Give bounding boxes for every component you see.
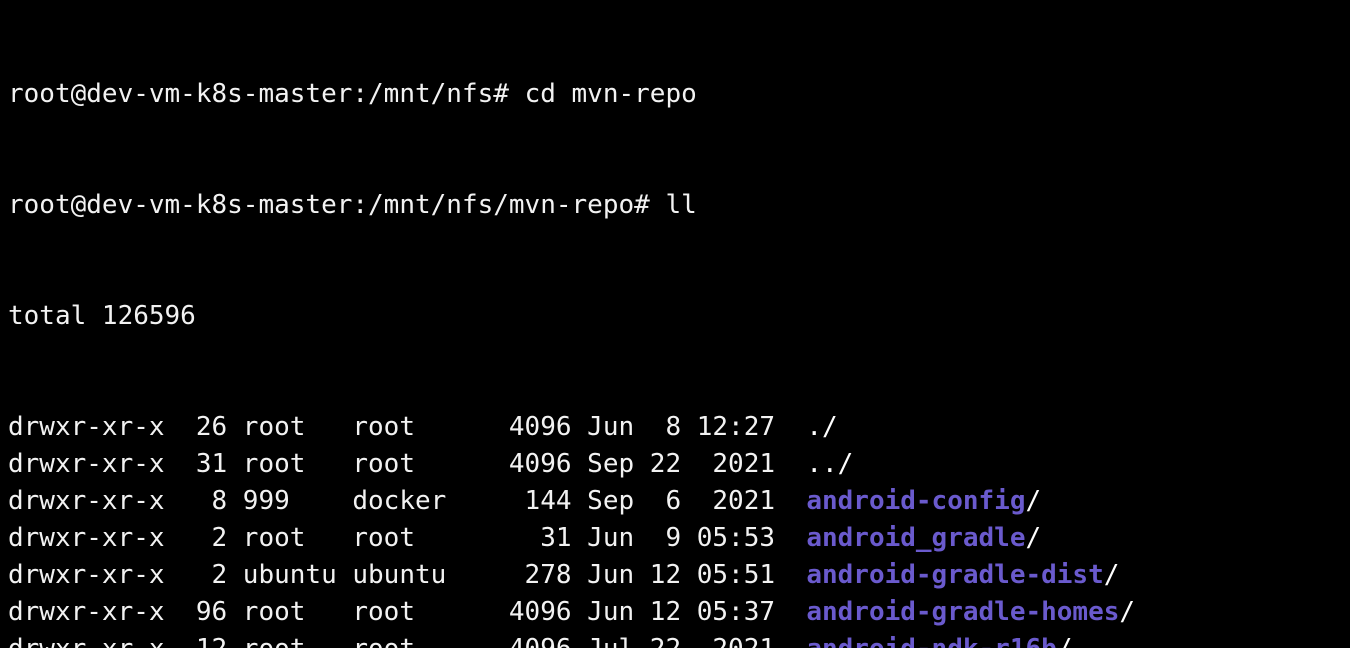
list-item-name: android-gradle-dist	[806, 560, 1103, 590]
dir-slash: /	[1057, 634, 1073, 648]
dir-slash: /	[1119, 597, 1135, 627]
list-item: drwxr-xr-x 2 ubuntu ubuntu 278 Jun 12 05…	[8, 557, 1342, 594]
list-item-meta: drwxr-xr-x 31 root root 4096 Sep 22 2021	[8, 449, 806, 479]
list-item: drwxr-xr-x 96 root root 4096 Jun 12 05:3…	[8, 594, 1342, 631]
command-text: cd mvn-repo	[525, 79, 697, 109]
list-item-meta: drwxr-xr-x 2 ubuntu ubuntu 278 Jun 12 05…	[8, 560, 806, 590]
dir-slash: /	[1025, 523, 1041, 553]
list-item-name: ../	[806, 449, 853, 479]
list-item-name: android-gradle-homes	[806, 597, 1119, 627]
list-item: drwxr-xr-x 12 root root 4096 Jul 22 2021…	[8, 631, 1342, 648]
dir-slash: /	[1104, 560, 1120, 590]
list-item: drwxr-xr-x 2 root root 31 Jun 9 05:53 an…	[8, 520, 1342, 557]
list-item-meta: drwxr-xr-x 8 999 docker 144 Sep 6 2021	[8, 486, 806, 516]
prompt-text: root@dev-vm-k8s-master:/mnt/nfs/mvn-repo…	[8, 190, 665, 220]
list-item-meta: drwxr-xr-x 96 root root 4096 Jun 12 05:3…	[8, 597, 806, 627]
list-item: drwxr-xr-x 26 root root 4096 Jun 8 12:27…	[8, 409, 1342, 446]
list-item: drwxr-xr-x 31 root root 4096 Sep 22 2021…	[8, 446, 1342, 483]
list-item-meta: drwxr-xr-x 26 root root 4096 Jun 8 12:27	[8, 412, 806, 442]
prompt-text: root@dev-vm-k8s-master:/mnt/nfs#	[8, 79, 525, 109]
total-line: total 126596	[8, 298, 1342, 335]
command-text: ll	[665, 190, 696, 220]
list-item-name: android-config	[806, 486, 1025, 516]
list-item-name: ./	[806, 412, 837, 442]
list-item-meta: drwxr-xr-x 2 root root 31 Jun 9 05:53	[8, 523, 806, 553]
prompt-line-2: root@dev-vm-k8s-master:/mnt/nfs/mvn-repo…	[8, 187, 1342, 224]
list-item-meta: drwxr-xr-x 12 root root 4096 Jul 22 2021	[8, 634, 806, 648]
list-item-name: android_gradle	[806, 523, 1025, 553]
directory-listing: drwxr-xr-x 26 root root 4096 Jun 8 12:27…	[8, 409, 1342, 648]
prompt-line-1: root@dev-vm-k8s-master:/mnt/nfs# cd mvn-…	[8, 76, 1342, 113]
list-item: drwxr-xr-x 8 999 docker 144 Sep 6 2021 a…	[8, 483, 1342, 520]
dir-slash: /	[1025, 486, 1041, 516]
list-item-name: android-ndk-r16b	[806, 634, 1056, 648]
terminal-output[interactable]: root@dev-vm-k8s-master:/mnt/nfs# cd mvn-…	[0, 0, 1350, 648]
